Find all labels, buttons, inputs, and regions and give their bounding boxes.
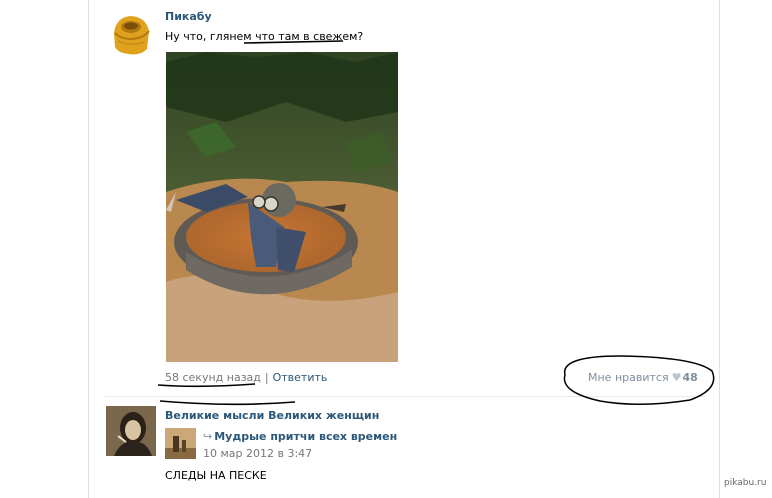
repost-source-thumbnail[interactable] [165,428,196,459]
post-author-link[interactable]: Пикабу [165,10,212,23]
repost-date-link[interactable]: 10 мар 2012 в 3:47 [203,447,312,460]
post-timestamp-link[interactable]: 58 секунд назад [165,371,261,384]
like-label: Мне нравится [588,371,669,384]
reply-link[interactable]: Ответить [273,371,328,384]
repost-source-name: Мудрые притчи всех времен [214,430,398,443]
meta-separator: | [264,371,269,384]
heart-icon: ♥ [671,371,682,384]
post-photo[interactable] [166,52,398,362]
post-meta: 58 секунд назад | Ответить [165,371,327,384]
post-text: Ну что, глянем что там в свежем? [165,30,364,43]
pikabu-avatar[interactable] [106,9,156,59]
like-count: 48 [682,371,698,384]
post-text-2: СЛЕДЫ НА ПЕСКЕ [165,469,267,482]
post-divider [105,396,705,397]
like-button[interactable]: Мне нравится ♥48 [588,371,698,384]
watermark: pikabu.ru [724,478,767,488]
women-group-avatar[interactable] [106,406,156,456]
repost-arrow-icon: ↪ [203,430,213,443]
repost-source-link[interactable]: ↪ Мудрые притчи всех времен [203,430,397,443]
group-author-link[interactable]: Великие мысли Великих женщин [165,409,379,422]
